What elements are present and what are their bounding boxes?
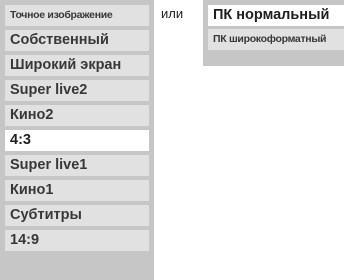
menu-item-exact-picture[interactable]: Точное изображение xyxy=(5,5,149,26)
pc-mode-menu: ПК нормальный ПК широкоформатный xyxy=(203,0,344,66)
menu-item-subtitles[interactable]: Субтитры xyxy=(5,205,149,226)
aspect-ratio-menu: Точное изображение Собственный Широкий э… xyxy=(0,0,154,280)
menu-item-cinema1[interactable]: Кино1 xyxy=(5,180,149,201)
menu-item-wide-screen[interactable]: Широкий экран xyxy=(5,55,149,76)
menu-item-4-3[interactable]: 4:3 xyxy=(5,130,149,151)
menu-item-super-live2[interactable]: Super live2 xyxy=(5,80,149,101)
menu-item-cinema2[interactable]: Кино2 xyxy=(5,105,149,126)
menu-item-14-9[interactable]: 14:9 xyxy=(5,230,149,251)
or-label: или xyxy=(161,6,184,21)
menu-item-pc-widescreen[interactable]: ПК широкоформатный xyxy=(208,29,344,50)
menu-item-super-live1[interactable]: Super live1 xyxy=(5,155,149,176)
menu-item-pc-normal[interactable]: ПК нормальный xyxy=(208,5,344,26)
menu-item-native[interactable]: Собственный xyxy=(5,30,149,51)
